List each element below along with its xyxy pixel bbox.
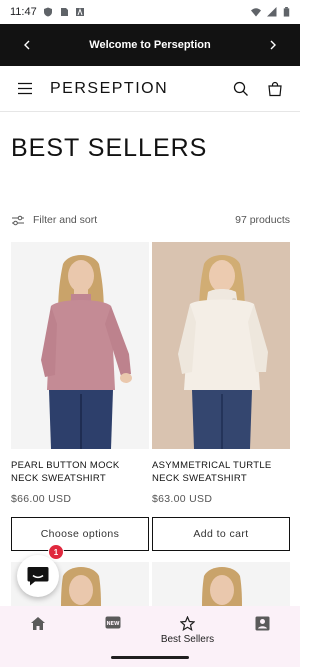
collection-toolbar: Filter and sort 97 products <box>11 210 290 230</box>
announcement-bar: Welcome to Perseption <box>0 24 300 66</box>
wifi-icon <box>251 8 261 17</box>
nav-item-account[interactable] <box>225 606 300 667</box>
home-icon <box>30 617 45 630</box>
site-header: PERSEPTION <box>0 66 300 112</box>
chat-icon <box>27 567 49 586</box>
chat-unread-badge: 1 <box>48 544 64 560</box>
product-image[interactable] <box>152 242 290 449</box>
filter-label: Filter and sort <box>33 214 98 226</box>
chevron-right-icon <box>270 40 276 50</box>
product-price: $63.00 USD <box>152 493 213 505</box>
signal-icon <box>267 7 277 17</box>
page-title: BEST SELLERS <box>11 134 208 162</box>
product-image-partial[interactable] <box>152 562 290 610</box>
new-badge-icon: NEW <box>105 616 120 629</box>
status-bar: 11:47 <box>0 0 300 24</box>
nav-label-best-sellers: Best Sellers <box>160 634 215 645</box>
product-image[interactable] <box>11 242 149 449</box>
sim-card-icon <box>60 8 68 16</box>
chevron-left-icon <box>24 40 30 50</box>
filter-and-sort-button[interactable]: Filter and sort <box>11 214 97 226</box>
sliders-icon <box>12 215 24 225</box>
svg-text:NEW: NEW <box>106 621 120 627</box>
gesture-bar <box>111 656 189 659</box>
product-price: $66.00 USD <box>11 493 72 505</box>
model-photo-pink-sweater <box>11 242 149 449</box>
account-icon <box>255 616 270 631</box>
font-a-icon <box>75 8 84 16</box>
product-name[interactable]: ASYMMETRICAL TURTLE NECK SWEATSHIRT <box>152 459 290 485</box>
choose-options-button[interactable]: Choose options <box>11 517 149 551</box>
add-to-cart-button[interactable]: Add to cart <box>152 517 290 551</box>
model-photo-partial <box>152 562 290 610</box>
announcement-prev-button[interactable] <box>12 24 42 66</box>
announcement-next-button[interactable] <box>258 24 288 66</box>
product-card[interactable]: PEARL BUTTON MOCK NECK SWEATSHIRT $66.00… <box>11 242 149 551</box>
bag-icon <box>268 81 282 96</box>
chat-launcher-button[interactable] <box>17 555 59 597</box>
search-button[interactable] <box>232 80 250 98</box>
nav-item-home[interactable] <box>0 606 75 667</box>
menu-button[interactable] <box>16 80 34 98</box>
hamburger-icon <box>18 82 32 95</box>
shield-icon <box>43 7 52 17</box>
cart-button[interactable] <box>266 80 284 98</box>
star-icon <box>180 616 195 631</box>
status-time: 11:47 <box>10 6 37 18</box>
model-photo-cream-sweater <box>152 242 290 449</box>
search-icon <box>233 81 248 96</box>
product-count: 97 products <box>235 214 290 226</box>
announcement-text[interactable]: Welcome to Perseption <box>89 39 210 51</box>
product-name[interactable]: PEARL BUTTON MOCK NECK SWEATSHIRT <box>11 459 149 485</box>
battery-icon <box>283 7 290 17</box>
product-card[interactable]: ASYMMETRICAL TURTLE NECK SWEATSHIRT $63.… <box>152 242 290 551</box>
store-logo[interactable]: PERSEPTION <box>50 80 168 98</box>
